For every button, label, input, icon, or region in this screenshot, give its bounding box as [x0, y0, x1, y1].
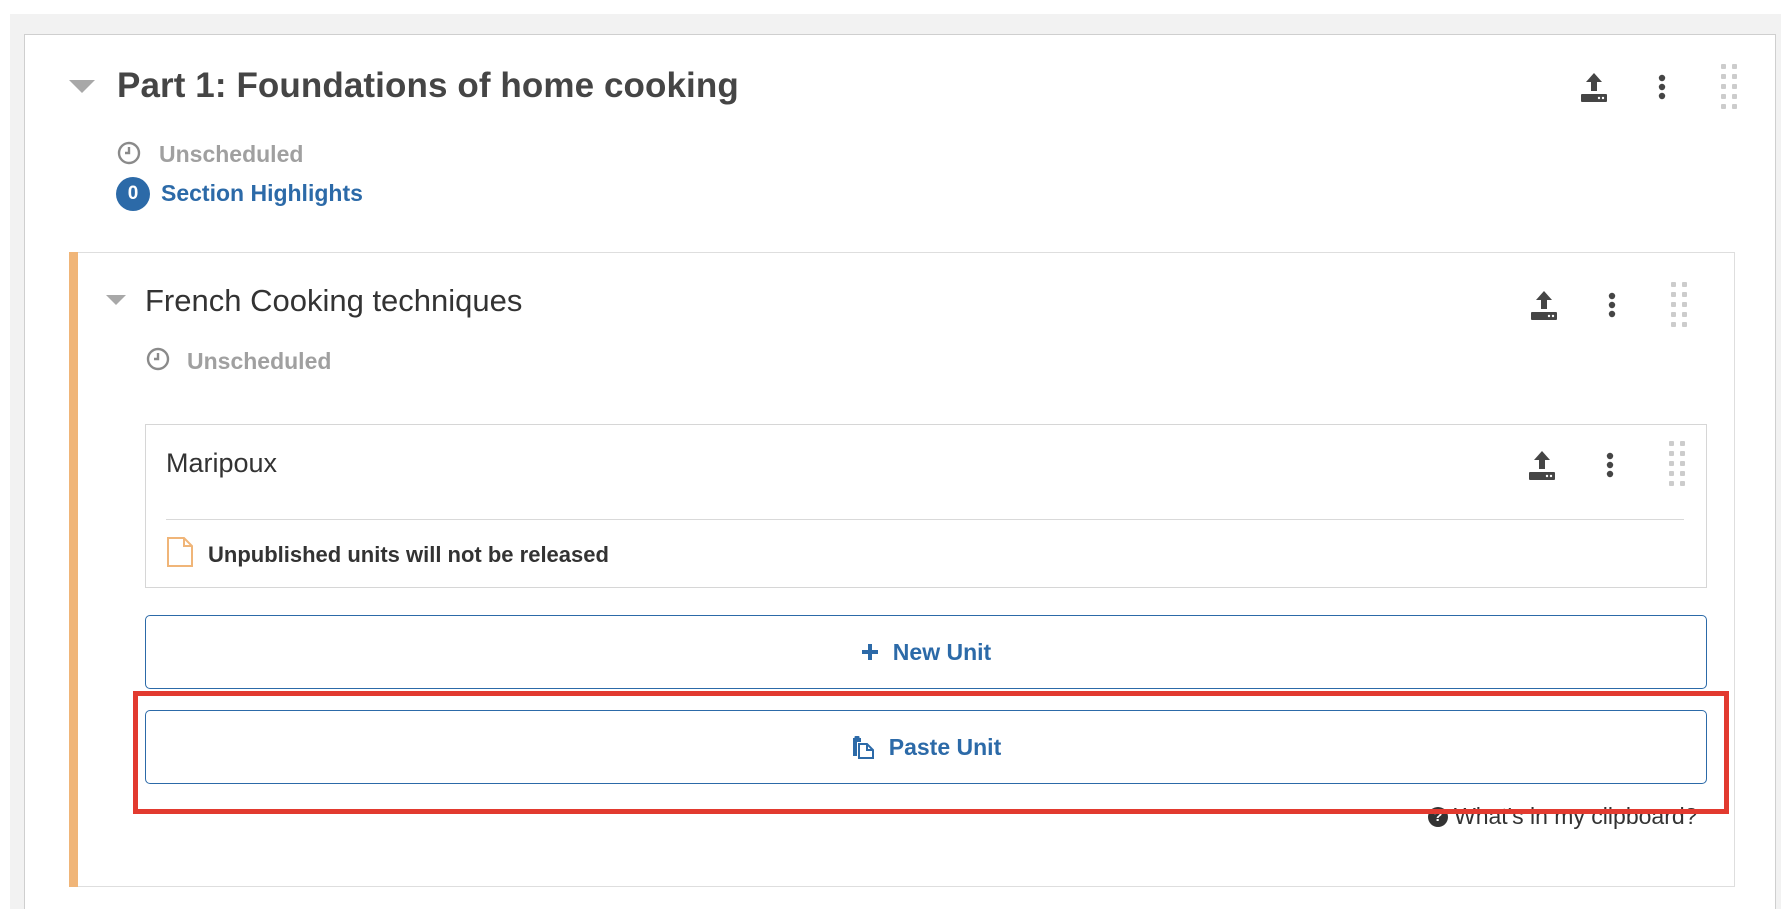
paste-unit-button[interactable]: Paste Unit — [145, 710, 1707, 784]
unit-unpublished-warning: Unpublished units will not be released — [208, 542, 609, 567]
new-unit-label: New Unit — [892, 638, 992, 665]
section-highlights-count-badge[interactable]: 0 — [116, 177, 150, 211]
subsection-accent-bar — [69, 252, 78, 887]
document-icon — [166, 536, 194, 573]
subsection-clock-icon — [146, 347, 170, 376]
new-unit-button[interactable]: New Unit — [145, 615, 1707, 689]
publish-icon — [1529, 451, 1555, 480]
unit-publish-icon[interactable] — [1526, 448, 1558, 482]
vertical-ellipsis-icon — [1608, 292, 1616, 318]
vertical-ellipsis-icon — [1658, 74, 1666, 100]
subsection-drag-handle-icon[interactable] — [1671, 282, 1687, 327]
paste-unit-label: Paste Unit — [888, 733, 1002, 760]
section-clock-icon — [117, 141, 141, 170]
subsection-collapse-toggle[interactable] — [106, 295, 126, 305]
section-schedule-status: Unscheduled — [159, 141, 304, 167]
unit-menu-icon[interactable] — [1600, 448, 1620, 482]
publish-icon — [1531, 291, 1557, 320]
section-drag-handle-icon[interactable] — [1721, 64, 1737, 109]
clipboard-help-link[interactable]: ? What's in my clipboard? — [1428, 803, 1697, 830]
question-circle-icon: ? — [1428, 806, 1448, 827]
section-title[interactable]: Part 1: Foundations of home cooking — [117, 66, 739, 106]
clipboard-help-label: What's in my clipboard? — [1454, 803, 1698, 829]
section-collapse-toggle[interactable] — [69, 80, 95, 93]
unit-title[interactable]: Maripoux — [166, 448, 277, 479]
section-publish-icon[interactable] — [1578, 70, 1610, 104]
vertical-ellipsis-icon — [1606, 452, 1614, 478]
subsection-title[interactable]: French Cooking techniques — [145, 283, 522, 319]
unit-drag-handle-icon[interactable] — [1669, 441, 1685, 486]
paste-icon — [852, 736, 874, 759]
subsection-schedule-status: Unscheduled — [187, 348, 332, 374]
subsection-publish-icon[interactable] — [1528, 288, 1560, 322]
publish-icon — [1581, 73, 1607, 102]
unit-divider — [166, 519, 1684, 520]
subsection-menu-icon[interactable] — [1602, 288, 1622, 322]
plus-icon — [861, 644, 878, 660]
section-highlights-link[interactable]: Section Highlights — [161, 180, 363, 207]
section-menu-icon[interactable] — [1652, 70, 1672, 104]
